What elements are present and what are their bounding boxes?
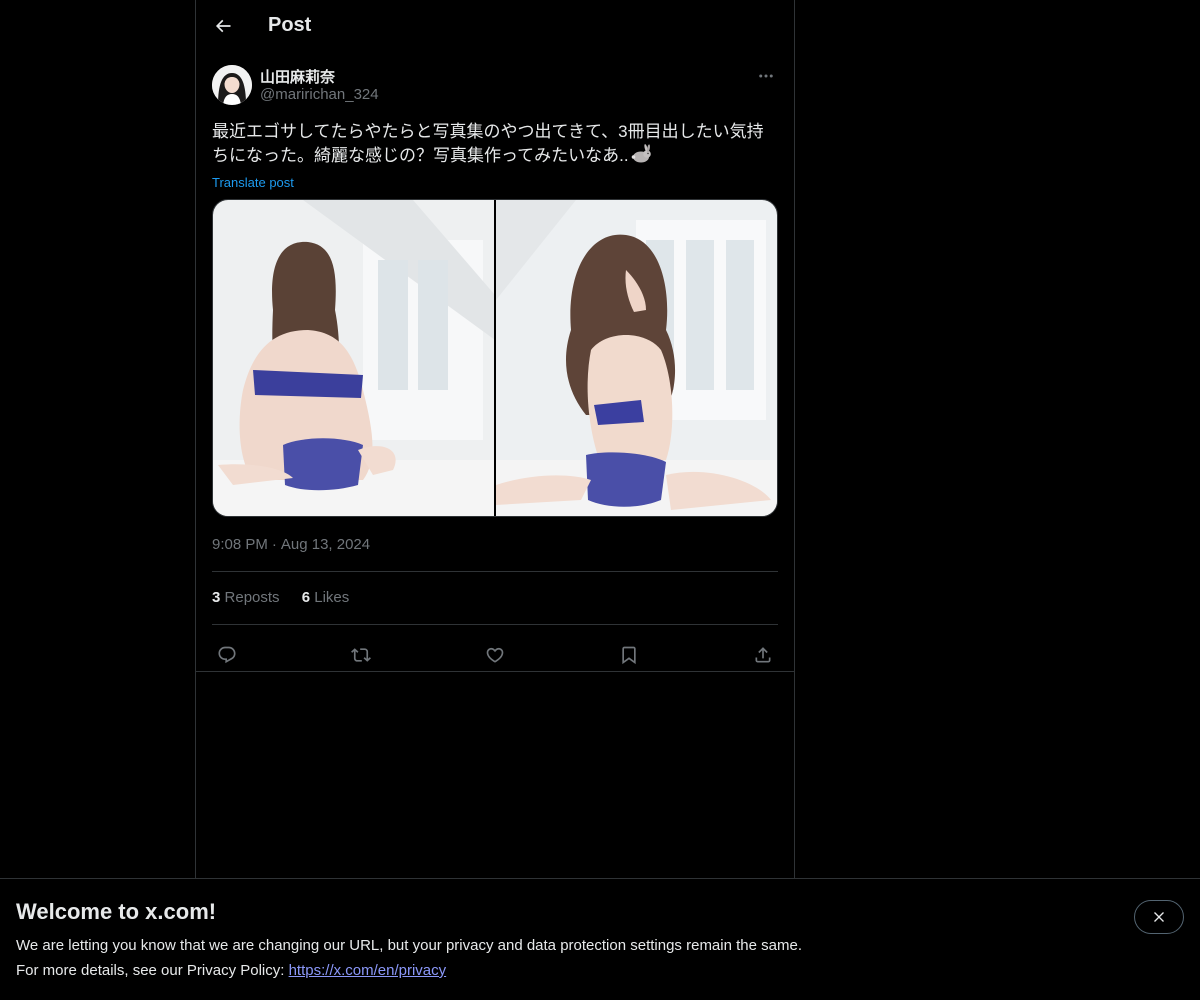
banner-title: Welcome to x.com! [16, 899, 217, 924]
more-options-button[interactable] [754, 64, 778, 88]
post-stats: 3 Reposts 6 Likes [212, 589, 367, 606]
primary-column: Post 山田麻莉奈 @maririchan_324 最近エゴサしてたらやたらと… [195, 0, 795, 878]
rabbit-emoji-icon [630, 144, 652, 171]
post-photo-1[interactable] [213, 200, 494, 516]
reposts-count: 3 [212, 589, 221, 606]
repost-button[interactable] [346, 640, 376, 670]
post-date: Aug 13, 2024 [280, 536, 371, 553]
share-button[interactable] [748, 640, 778, 670]
author-row: 山田麻莉奈 @maririchan_324 [212, 64, 778, 106]
repost-icon [351, 648, 371, 662]
post-timestamp[interactable]: 9:08 PM · Aug 13, 2024 [212, 536, 370, 553]
likes-count: 6 [301, 589, 311, 606]
share-icon [755, 647, 771, 663]
banner-privacy-prefix: For more details, see our Privacy Policy… [16, 962, 289, 979]
author-display-name[interactable]: 山田麻莉奈 [260, 66, 335, 87]
bookmark-button[interactable] [614, 640, 644, 670]
divider [212, 624, 778, 625]
media-grid [212, 199, 778, 517]
divider [212, 571, 778, 572]
avatar[interactable] [212, 65, 252, 105]
welcome-banner: Welcome to x.com! We are letting you kno… [0, 878, 1200, 1000]
arrow-left-icon [215, 19, 231, 33]
post-text-body: 最近エゴサしてたらやたらと写真集のやつ出てきて、3冊目出したい気持ちになった。綺… [212, 122, 764, 165]
translate-post-link[interactable]: Translate post [212, 175, 294, 190]
post: 山田麻莉奈 @maririchan_324 最近エゴサしてたらやたらと写真集のや… [212, 64, 778, 665]
reply-button[interactable] [212, 640, 242, 670]
post-header: Post [196, 0, 794, 54]
likes-label: Likes [314, 589, 350, 606]
likes-stat[interactable]: 6 Likes [302, 589, 350, 606]
reply-icon [218, 646, 236, 664]
post-time: 9:08 PM [212, 536, 268, 553]
back-button[interactable] [206, 9, 240, 43]
post-photo-2[interactable] [496, 200, 777, 516]
banner-privacy-line: For more details, see our Privacy Policy… [16, 962, 446, 979]
reposts-stat[interactable]: 3 Reposts [212, 589, 280, 606]
more-icon [759, 74, 773, 78]
like-button[interactable] [480, 640, 510, 670]
author-handle[interactable]: @maririchan_324 [260, 86, 379, 103]
page-title: Post [268, 14, 312, 36]
timestamp-separator: · [271, 536, 277, 553]
post-actions [212, 636, 778, 674]
divider [196, 671, 794, 672]
like-icon [486, 647, 504, 663]
post-text: 最近エゴサしてたらやたらと写真集のやつ出てきて、3冊目出したい気持ちになった。綺… [212, 120, 772, 171]
banner-message: We are letting you know that we are chan… [16, 937, 802, 954]
banner-close-button[interactable] [1134, 900, 1184, 934]
close-icon [1154, 912, 1164, 922]
privacy-policy-link[interactable]: https://x.com/en/privacy [289, 962, 447, 979]
bookmark-icon [622, 646, 636, 665]
reposts-label: Reposts [224, 589, 280, 606]
